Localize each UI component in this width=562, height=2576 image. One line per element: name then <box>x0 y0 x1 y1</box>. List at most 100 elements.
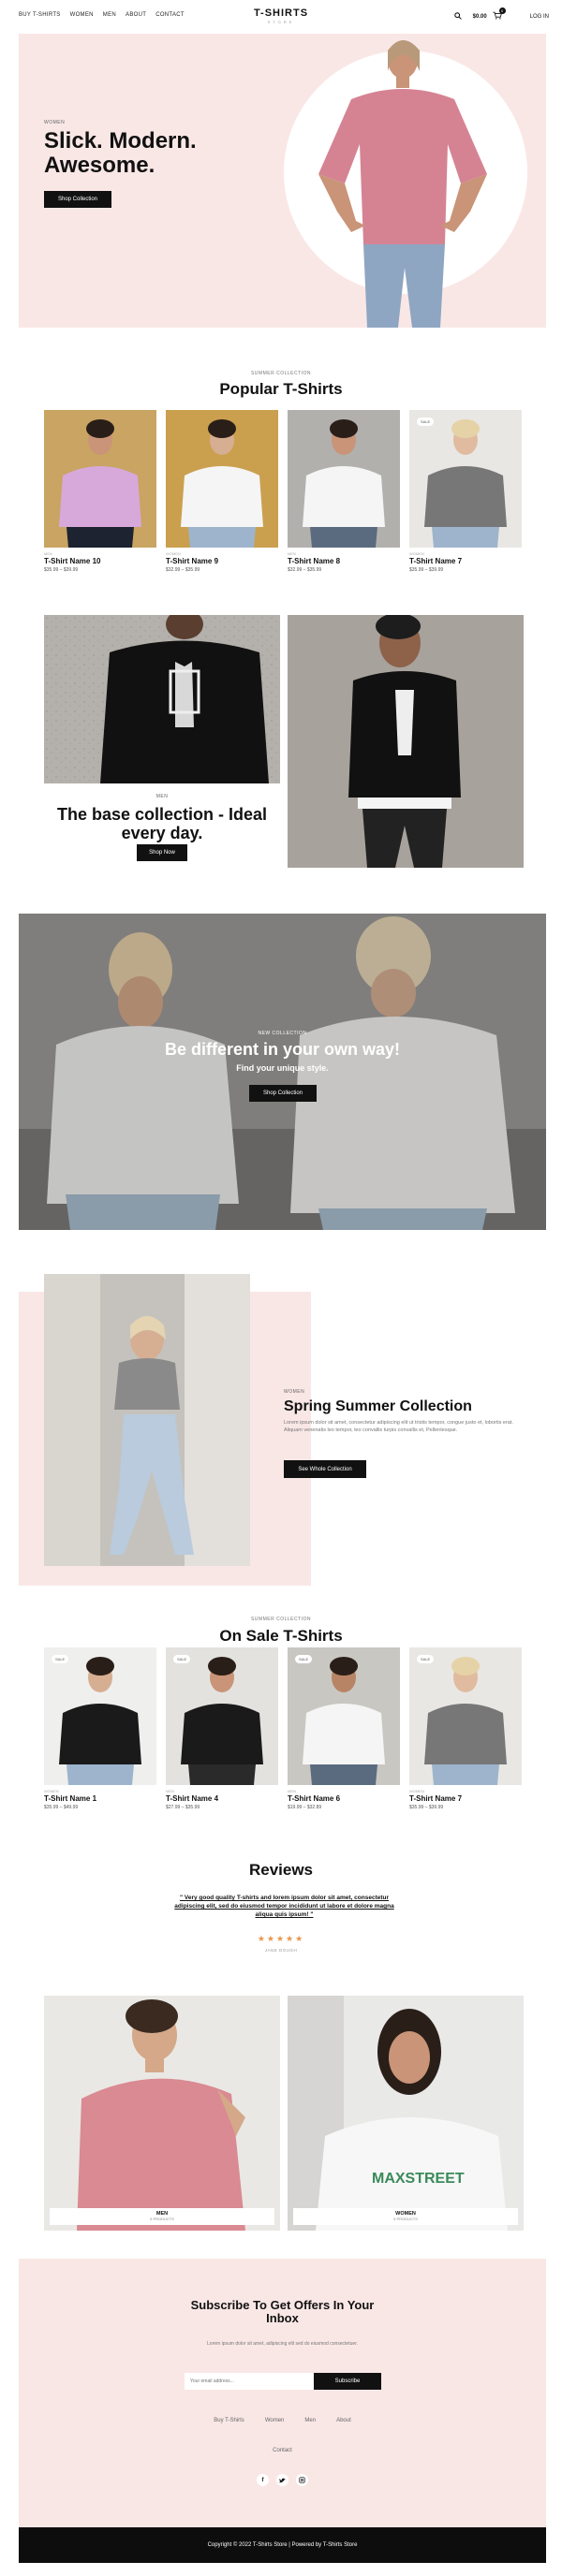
product-card[interactable]: MEN T-Shirt Name 8 $32.99 – $35.99 <box>288 410 400 573</box>
product-name[interactable]: T-Shirt Name 7 <box>409 557 522 565</box>
product-image[interactable] <box>166 410 278 548</box>
product-price: $35.99 – $39.99 <box>409 567 444 573</box>
base-shop-now-button[interactable]: Shop Now <box>137 844 187 861</box>
cart-amount[interactable]: $0.00 <box>473 14 487 20</box>
sale-badge: SALE <box>173 1655 191 1663</box>
login-link[interactable]: LOG IN <box>530 14 549 20</box>
spring-eyebrow: WOMEN <box>284 1389 305 1395</box>
product-name[interactable]: T-Shirt Name 4 <box>166 1794 278 1803</box>
footer-link-contact[interactable]: Contact <box>19 2448 546 2453</box>
product-image[interactable]: SALE <box>409 1647 522 1785</box>
category-women-count: 5 PRODUCTS <box>393 2217 418 2221</box>
svg-text:MAXSTREET: MAXSTREET <box>372 2171 465 2187</box>
nav-buy-tshirts[interactable]: BUY T-SHIRTS <box>19 12 61 18</box>
header-actions: $0.00 0 LOG IN <box>453 7 549 22</box>
banner-shop-collection-button[interactable]: Shop Collection <box>249 1085 317 1102</box>
base-collection-image-right <box>288 615 524 868</box>
hero-model-image <box>318 40 487 328</box>
sale-badge: SALE <box>417 417 435 426</box>
product-price: $35.99 – $49.99 <box>44 1805 79 1810</box>
nav-men[interactable]: MEN <box>103 12 116 18</box>
product-card[interactable]: SALE WOMEN T-Shirt Name 1 $35.99 – $49.99 <box>44 1647 156 1810</box>
social-icons: f <box>19 2474 546 2486</box>
footer-link-buy-tshirts[interactable]: Buy T-Shirts <box>214 2418 244 2423</box>
twitter-icon[interactable] <box>276 2474 288 2486</box>
sale-badge: SALE <box>295 1655 313 1663</box>
banner-title: Be different in your own way! <box>164 1040 401 1059</box>
product-card[interactable]: SALE WOMEN T-Shirt Name 7 $35.99 – $39.99 <box>409 410 522 573</box>
footer-links: Buy T-Shirts Women Men About <box>19 2418 546 2423</box>
category-men-count: 5 PRODUCTS <box>150 2217 174 2221</box>
product-price: $35.99 – $39.99 <box>44 567 79 573</box>
footer-link-about[interactable]: About <box>336 2418 351 2423</box>
product-card[interactable]: SALE WOMEN T-Shirt Name 7 $35.99 – $39.99 <box>409 1647 522 1810</box>
sale-badge: SALE <box>52 1655 69 1663</box>
site-logo[interactable]: T-SHIRTS STORE <box>244 7 318 24</box>
sale-badge: SALE <box>417 1655 435 1663</box>
product-category: MEN <box>288 551 296 556</box>
site-header: BUY T-SHIRTS WOMEN MEN ABOUT CONTACT T-S… <box>0 0 562 32</box>
product-category: MEN <box>44 551 52 556</box>
product-image[interactable]: SALE <box>44 1647 156 1785</box>
category-men-image <box>44 1996 280 2231</box>
subscribe-button[interactable]: Subscribe <box>314 2373 381 2390</box>
instagram-icon[interactable] <box>296 2474 308 2486</box>
main-nav: BUY T-SHIRTS WOMEN MEN ABOUT CONTACT <box>19 12 185 18</box>
hero-eyebrow: WOMEN <box>44 120 66 125</box>
product-image[interactable] <box>44 410 156 548</box>
logo-subtitle: STORE <box>267 20 295 24</box>
nav-contact[interactable]: CONTACT <box>155 12 185 18</box>
product-name[interactable]: T-Shirt Name 1 <box>44 1794 156 1803</box>
product-image[interactable]: SALE <box>409 410 522 548</box>
review-quote: " Very good quality T-shirts and lorem i… <box>174 1895 394 1918</box>
product-price: $27.99 – $35.99 <box>166 1805 200 1810</box>
product-card[interactable]: MEN T-Shirt Name 10 $35.99 – $39.99 <box>44 410 156 573</box>
newsletter-section: Subscribe To Get Offers In Your Inbox Lo… <box>19 2259 546 2527</box>
footer-link-women[interactable]: Women <box>265 2418 285 2423</box>
newsletter-email-input[interactable] <box>185 2373 314 2390</box>
base-title: The base collection - Ideal every day. <box>56 805 268 842</box>
spring-title: Spring Summer Collection <box>284 1398 472 1414</box>
product-price: $32.99 – $35.99 <box>288 567 322 573</box>
product-card[interactable]: WOMEN T-Shirt Name 9 $32.99 – $35.99 <box>166 410 278 573</box>
copyright-bar: Copyright © 2022 T-Shirts Store | Powere… <box>19 2527 546 2563</box>
product-image[interactable]: SALE <box>166 1647 278 1785</box>
product-price: $19.99 – $32.89 <box>288 1805 322 1810</box>
product-price: $32.99 – $35.99 <box>166 567 200 573</box>
footer-link-men[interactable]: Men <box>304 2418 316 2423</box>
nav-about[interactable]: ABOUT <box>126 12 146 18</box>
new-collection-banner: NEW COLLECTION Be different in your own … <box>19 914 546 1230</box>
search-icon[interactable] <box>453 11 462 22</box>
base-eyebrow: MEN <box>155 794 169 799</box>
logo-title: T-SHIRTS <box>253 7 309 19</box>
facebook-icon[interactable]: f <box>257 2474 269 2486</box>
product-price: $35.99 – $39.99 <box>409 1805 444 1810</box>
category-women[interactable]: MAXSTREET WOMEN 5 PRODUCTS <box>288 1996 524 2231</box>
product-name[interactable]: T-Shirt Name 9 <box>166 557 278 565</box>
hero-shop-collection-button[interactable]: Shop Collection <box>44 191 111 208</box>
cart-icon[interactable]: 0 <box>493 7 506 22</box>
product-card[interactable]: SALE MEN T-Shirt Name 4 $27.99 – $35.99 <box>166 1647 278 1810</box>
product-name[interactable]: T-Shirt Name 6 <box>288 1794 400 1803</box>
product-image[interactable]: SALE <box>288 1647 400 1785</box>
banner-subtitle: Find your unique style. <box>236 1063 329 1073</box>
product-category: WOMEN <box>166 551 181 556</box>
product-name[interactable]: T-Shirt Name 10 <box>44 557 156 565</box>
see-whole-collection-button[interactable]: See Whole Collection <box>284 1460 366 1478</box>
review-author: JANE DOUGH <box>264 1948 298 1953</box>
spring-body: Lorem ipsum dolor sit amet, consectetur … <box>284 1420 513 1433</box>
newsletter-title: Subscribe To Get Offers In Your Inbox <box>190 2298 375 2325</box>
category-men[interactable]: MEN 5 PRODUCTS <box>44 1996 280 2231</box>
popular-title: Popular T-Shirts <box>219 380 343 398</box>
sale-title: On Sale T-Shirts <box>219 1627 343 1645</box>
product-name[interactable]: T-Shirt Name 8 <box>288 557 400 565</box>
banner-eyebrow: NEW COLLECTION <box>258 1031 307 1036</box>
hero-section: WOMEN Slick. Modern. Awesome. Shop Colle… <box>19 34 546 328</box>
product-name[interactable]: T-Shirt Name 7 <box>409 1794 522 1803</box>
product-image[interactable] <box>288 410 400 548</box>
nav-women[interactable]: WOMEN <box>70 12 94 18</box>
category-women-image: MAXSTREET <box>288 1996 524 2231</box>
product-card[interactable]: SALE MEN T-Shirt Name 6 $19.99 – $32.89 <box>288 1647 400 1810</box>
copyright-text: Copyright © 2022 T-Shirts Store | Powere… <box>207 2542 358 2548</box>
category-women-label-box: WOMEN 5 PRODUCTS <box>293 2208 518 2225</box>
